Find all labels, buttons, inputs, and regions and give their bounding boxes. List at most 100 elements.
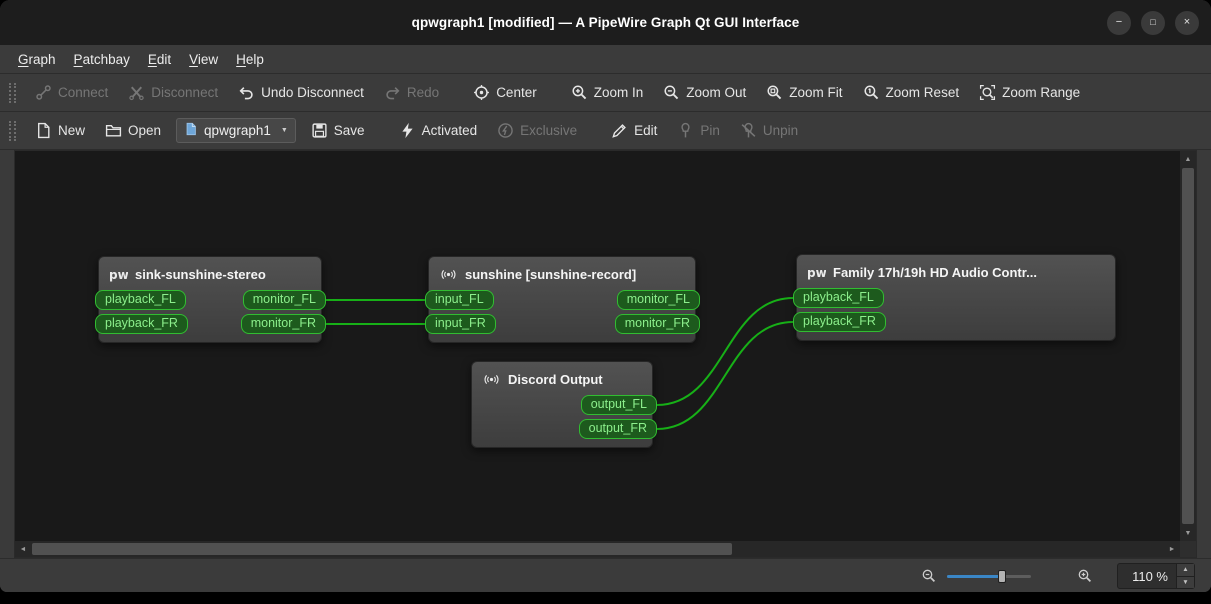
spin-down-icon[interactable]: ▼ (1177, 576, 1194, 588)
zoom-in-icon (571, 84, 588, 101)
graph-toolbar: Connect Disconnect Undo Disconnect Redo … (0, 74, 1211, 112)
unpin-icon (740, 122, 757, 139)
undo-disconnect-button[interactable]: Undo Disconnect (229, 80, 373, 105)
stream-icon (439, 267, 458, 282)
port-monitor_FL[interactable]: monitor_FL (242, 290, 326, 310)
activated-toggle[interactable]: Activated (390, 118, 487, 143)
graph-node-discord[interactable]: Discord Output output_FL output_FR (471, 361, 657, 448)
menu-edit[interactable]: Edit (139, 49, 180, 70)
maximize-button[interactable]: □ (1141, 10, 1165, 35)
open-folder-icon (105, 122, 122, 139)
port-output_FR[interactable]: output_FR (578, 419, 657, 439)
lightning-icon (399, 122, 416, 139)
port-monitor_FR[interactable]: monitor_FR (614, 314, 700, 334)
file-toolbar: New Open qpwgraph1 ▼ Save Activated Excl… (0, 112, 1211, 150)
window-title: qpwgraph1 [modified] — A PipeWire Graph … (411, 15, 800, 30)
spinbox-buttons: ▲ ▼ (1176, 564, 1194, 588)
minimize-icon: − (1115, 16, 1123, 28)
zoom-percent-value[interactable]: 110 % (1118, 564, 1176, 588)
node-title-bar[interactable]: Discord Output (477, 367, 647, 391)
close-icon: × (1183, 16, 1191, 28)
port-input_FL[interactable]: input_FL (425, 290, 494, 310)
content-area: pw sink-sunshine-stereo playback_FL monitor… (0, 150, 1211, 558)
zoom-reset-button[interactable]: Zoom Reset (854, 80, 969, 105)
menu-help[interactable]: Help (227, 49, 273, 70)
graph-node-family[interactable]: pw Family 17h/19h HD Audio Contr... playba… (793, 254, 1116, 341)
svg-text:pw: pw (109, 268, 128, 282)
spin-up-icon[interactable]: ▲ (1177, 564, 1194, 577)
node-title: sunshine [sunshine-record] (465, 266, 637, 282)
port-playback_FL[interactable]: playback_FL (793, 288, 884, 308)
pin-button[interactable]: Pin (668, 118, 729, 143)
scroll-right-icon[interactable]: ► (1164, 541, 1180, 557)
port-monitor_FL[interactable]: monitor_FL (616, 290, 700, 310)
close-button[interactable]: × (1175, 10, 1199, 35)
stream-icon (482, 372, 501, 387)
port-monitor_FR[interactable]: monitor_FR (240, 314, 326, 334)
exclusive-toggle[interactable]: Exclusive (488, 118, 586, 143)
open-button[interactable]: Open (96, 118, 170, 143)
toolbar-drag-handle[interactable] (9, 120, 16, 141)
svg-text:pw: pw (807, 266, 826, 280)
horizontal-scrollbar[interactable]: ◄ ► (15, 541, 1180, 557)
pencil-icon (611, 122, 628, 139)
port-playback_FR[interactable]: playback_FR (793, 312, 886, 332)
save-button[interactable]: Save (302, 118, 374, 143)
disconnect-button[interactable]: Disconnect (119, 80, 227, 105)
redo-button[interactable]: Redo (375, 80, 448, 105)
combobox-value: qpwgraph1 (204, 123, 271, 138)
zoom-range-button[interactable]: Zoom Range (970, 80, 1089, 105)
graph-canvas[interactable]: pw sink-sunshine-stereo playback_FL monitor… (15, 151, 1180, 541)
port-playback_FL[interactable]: playback_FL (95, 290, 186, 310)
window-controls: − □ × (1107, 0, 1199, 45)
file-icon (184, 122, 198, 139)
vertical-scrollbar-thumb[interactable] (1182, 168, 1194, 524)
canvas-frame: pw sink-sunshine-stereo playback_FL monitor… (14, 150, 1197, 558)
port-output_FL[interactable]: output_FL (580, 395, 657, 415)
node-title-bar[interactable]: pw Family 17h/19h HD Audio Contr... (802, 260, 1110, 284)
patchbay-file-combobox[interactable]: qpwgraph1 ▼ (176, 118, 296, 143)
connect-button[interactable]: Connect (26, 80, 117, 105)
app-window: qpwgraph1 [modified] — A PipeWire Graph … (0, 0, 1211, 592)
title-bar[interactable]: qpwgraph1 [modified] — A PipeWire Graph … (0, 0, 1211, 45)
graph-node-sunshine[interactable]: sunshine [sunshine-record] input_FL monito… (425, 256, 700, 343)
zoom-slider-fill (947, 575, 1003, 578)
scroll-up-icon[interactable]: ▲ (1180, 151, 1196, 167)
menu-graph[interactable]: Graph (9, 49, 65, 70)
scrollbar-corner (1180, 541, 1196, 557)
scroll-left-icon[interactable]: ◄ (15, 541, 31, 557)
zoom-reset-icon (863, 84, 880, 101)
port-input_FR[interactable]: input_FR (425, 314, 496, 334)
minimize-button[interactable]: − (1107, 10, 1131, 35)
port-playback_FR[interactable]: playback_FR (95, 314, 188, 334)
new-file-icon (35, 122, 52, 139)
unpin-button[interactable]: Unpin (731, 118, 807, 143)
zoom-range-icon (979, 84, 996, 101)
toolbar-drag-handle[interactable] (9, 82, 16, 103)
new-button[interactable]: New (26, 118, 94, 143)
vertical-scrollbar[interactable]: ▲ ▼ (1180, 151, 1196, 541)
zoom-slider[interactable] (947, 568, 1031, 584)
menu-patchbay[interactable]: Patchbay (65, 49, 139, 70)
chevron-down-icon: ▼ (280, 127, 288, 134)
menu-bar: Graph Patchbay Edit View Help (0, 45, 1211, 74)
zoom-out-button[interactable]: Zoom Out (654, 80, 755, 105)
horizontal-scrollbar-thumb[interactable] (32, 543, 732, 555)
pin-icon (677, 122, 694, 139)
edit-toggle[interactable]: Edit (602, 118, 666, 143)
zoom-percent-spinbox[interactable]: 110 % ▲ ▼ (1117, 563, 1195, 589)
node-title-bar[interactable]: pw sink-sunshine-stereo (104, 262, 316, 286)
zoom-slider-handle[interactable] (998, 570, 1007, 583)
menu-view[interactable]: View (180, 49, 227, 70)
zoom-fit-button[interactable]: Zoom Fit (757, 80, 851, 105)
center-button[interactable]: Center (464, 80, 546, 105)
node-title-bar[interactable]: sunshine [sunshine-record] (434, 262, 690, 286)
scroll-down-icon[interactable]: ▼ (1180, 525, 1196, 541)
zoom-in-small-icon (1077, 568, 1093, 584)
node-title: Discord Output (508, 371, 603, 387)
status-bar: 110 % ▲ ▼ (0, 558, 1211, 592)
zoom-out-icon (663, 84, 680, 101)
zoom-in-button[interactable]: Zoom In (562, 80, 653, 105)
graph-node-sink[interactable]: pw sink-sunshine-stereo playback_FL monitor… (95, 256, 326, 343)
node-title: Family 17h/19h HD Audio Contr... (833, 264, 1037, 280)
